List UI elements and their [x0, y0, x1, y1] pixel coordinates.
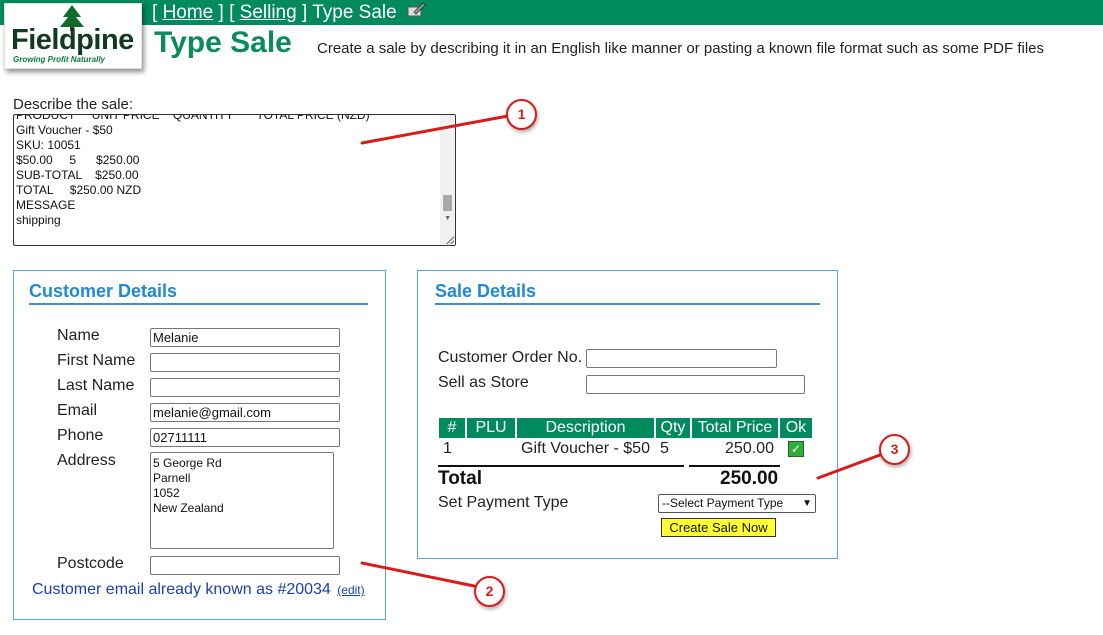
first-name-input[interactable] — [150, 353, 340, 372]
edit-customer-link[interactable]: (edit) — [337, 583, 364, 597]
email-input[interactable] — [150, 403, 340, 422]
annotation-callout-2: 2 — [474, 576, 505, 607]
sale-title-rule — [435, 303, 820, 305]
breadcrumb-home-link[interactable]: Home — [163, 2, 214, 23]
logo-tagline: Growing Profit Naturally — [13, 55, 106, 64]
sale-details-title: Sale Details — [435, 281, 537, 301]
address-textarea[interactable]: 5 George Rd Parnell 1052 New Zealand — [150, 452, 334, 549]
item-qty: 5 — [659, 440, 669, 457]
first-name-label: First Name — [57, 352, 136, 369]
item-description: Gift Voucher - $50 — [521, 440, 650, 457]
customer-details-panel: Customer Details Name First Name Last Na… — [13, 270, 386, 620]
describe-sale-text: PRODUCT UNIT PRICE QUANTITY TOTAL PRICE … — [16, 114, 370, 227]
describe-sale-label: Describe the sale: — [13, 96, 134, 113]
breadcrumb-selling-link[interactable]: Selling — [240, 2, 297, 23]
item-total-price: 250.00 — [725, 440, 774, 457]
scroll-down-arrow-icon[interactable]: ▼ — [444, 215, 451, 222]
col-total-price-header: Total Price — [691, 418, 778, 438]
item-ok-cell: ✓ — [780, 438, 812, 460]
logo-wordmark: Fieldpine — [11, 24, 134, 56]
pencil-note-icon[interactable] — [406, 2, 426, 18]
phone-label: Phone — [57, 427, 104, 444]
col-description-header: Description — [517, 418, 654, 438]
resize-grip-icon[interactable] — [446, 236, 454, 244]
sale-details-panel: Sale Details Customer Order No. Sell as … — [417, 270, 838, 559]
annotation-callout-1: 1 — [506, 99, 537, 130]
describe-sale-textarea[interactable]: PRODUCT UNIT PRICE QUANTITY TOTAL PRICE … — [13, 114, 456, 246]
describe-scroll-thumb[interactable] — [443, 195, 452, 211]
customer-order-no-input[interactable] — [586, 349, 777, 368]
payment-type-select[interactable]: --Select Payment Type ▼ — [658, 494, 816, 513]
describe-scrollbar[interactable]: ▼ — [440, 115, 455, 245]
create-sale-button[interactable]: Create Sale Now — [661, 518, 776, 537]
customer-known-message: Customer email already known as #20034 (… — [32, 581, 365, 599]
phone-input[interactable] — [150, 428, 340, 447]
postcode-label: Postcode — [57, 555, 124, 572]
customer-details-title: Customer Details — [29, 281, 178, 301]
page-title: Type Sale — [154, 26, 292, 59]
payment-type-selected: --Select Payment Type — [662, 496, 784, 510]
payment-type-label: Set Payment Type — [438, 494, 569, 511]
table-row: 1 Gift Voucher - $50 5 250.00 ✓ — [439, 438, 812, 460]
item-plu — [467, 438, 515, 460]
col-ok-header: Ok — [779, 418, 812, 438]
last-name-label: Last Name — [57, 377, 135, 394]
fieldpine-logo[interactable]: Fieldpine Growing Profit Naturally — [4, 3, 142, 69]
name-label: Name — [57, 327, 100, 344]
item-num: 1 — [443, 440, 452, 457]
postcode-input[interactable] — [150, 556, 340, 575]
sale-items-header-row: # PLU Description Qty Total Price Ok — [439, 418, 812, 438]
breadcrumb-current: Type Sale — [312, 2, 397, 23]
total-rule-left — [438, 465, 684, 467]
customer-order-no-label: Customer Order No. — [438, 349, 583, 366]
breadcrumb: [ Home ] [ Selling ] Type Sale — [152, 2, 426, 24]
col-qty-header: Qty — [655, 418, 690, 438]
sell-as-store-label: Sell as Store — [438, 374, 529, 391]
ok-checkbox[interactable]: ✓ — [787, 440, 804, 457]
address-label: Address — [57, 452, 116, 469]
customer-known-text: Customer email already known as #20034 — [32, 581, 331, 598]
annotation-callout-3: 3 — [879, 434, 910, 465]
email-label: Email — [57, 402, 98, 419]
sell-as-store-input[interactable] — [586, 375, 805, 394]
total-label: Total — [438, 468, 482, 489]
col-plu-header: PLU — [467, 418, 515, 438]
total-value: 250.00 — [720, 468, 779, 489]
customer-title-rule — [29, 303, 368, 305]
total-rule-right — [689, 465, 780, 467]
chevron-down-icon: ▼ — [802, 498, 812, 509]
col-num-header: # — [439, 418, 465, 438]
name-input[interactable] — [150, 328, 340, 347]
sale-items-table: # PLU Description Qty Total Price Ok 1 G… — [437, 418, 814, 460]
page-description: Create a sale by describing it in an Eng… — [317, 40, 1045, 57]
last-name-input[interactable] — [150, 378, 340, 397]
